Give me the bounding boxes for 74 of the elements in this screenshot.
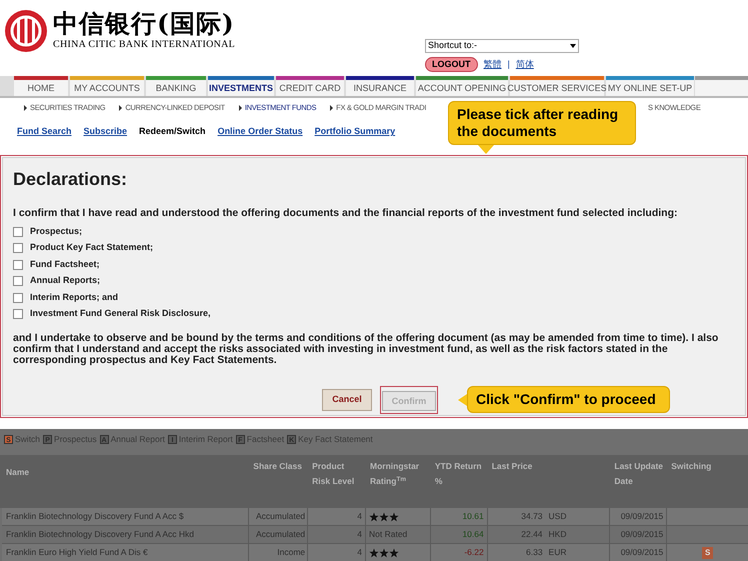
checkbox-label: Fund Factsheet; (30, 258, 100, 271)
fund-tab-link[interactable]: Fund Search (17, 125, 72, 139)
nav-tab[interactable]: INVESTMENTS (208, 76, 274, 96)
currency-cell: EUR (548, 546, 566, 559)
tooltip: Click "Confirm" to proceed (458, 386, 670, 413)
fund-tab-link[interactable]: Portfolio Summary (314, 125, 396, 139)
nav-tab[interactable]: ACCOUNT OPENING (416, 76, 508, 96)
triangle-icon (238, 105, 242, 111)
shortcut-select[interactable]: Shortcut to:- (425, 39, 579, 53)
terms-paragraph: and I undertake to observe and be bound by the terms and conditions of the offering document (as may be amended from time to time). I also confirm that I understand and accept the risks associated with investing in investment fund, as well as the risk factors stated in the corresponding prospectus and Key Fact Statements. (13, 332, 720, 366)
risk-level-cell: 4 (357, 546, 362, 559)
checkbox[interactable] (13, 276, 23, 286)
nav-tab[interactable]: CUSTOMER SERVICES (510, 76, 604, 96)
rating-cell: Not Rated (369, 528, 408, 541)
dialog-title: Declarations: (13, 168, 128, 190)
nav-tab[interactable]: INSURANCE (346, 76, 414, 96)
checkbox-label: Investment Fund General Risk Disclosure, (30, 307, 211, 320)
checkbox[interactable] (13, 243, 23, 253)
date-cell: 09/09/2015 (620, 510, 664, 523)
price-cell: 34.73 (521, 510, 543, 523)
checkbox-label: Prospectus; (30, 224, 82, 238)
triangle-icon (330, 105, 334, 111)
checkbox[interactable] (13, 309, 23, 319)
nav-tab[interactable]: MY ACCOUNTS (70, 76, 144, 96)
star-icon (379, 548, 390, 558)
cancel-button[interactable]: Cancel (322, 388, 372, 410)
separator: | (508, 58, 510, 71)
checkbox-label: Annual Reports; (30, 274, 100, 288)
date-cell: 09/09/2015 (620, 546, 664, 559)
currency-cell: USD (548, 510, 566, 523)
nav-tab[interactable]: CREDIT CARD (276, 76, 344, 96)
ytd-return-cell: -6.22 (464, 546, 484, 559)
triangle-icon (24, 105, 27, 111)
checkbox[interactable] (13, 260, 23, 270)
share-class-cell: Accumulated (256, 510, 306, 523)
fund-tab-link[interactable]: Subscribe (84, 125, 128, 139)
star-icon (379, 512, 390, 522)
tooltip: Please tick after reading the documents (448, 101, 636, 154)
fund-tab-link[interactable]: Online Order Status (218, 125, 303, 139)
nav-tab[interactable]: HOME (14, 76, 68, 96)
currency-cell: HKD (548, 528, 566, 541)
logout-button[interactable]: LOGOUT (425, 57, 478, 72)
nav-tab[interactable]: BANKING (146, 76, 206, 96)
language-link[interactable]: 简体 (516, 58, 534, 72)
switch-button[interactable]: S (702, 546, 714, 558)
star-icon (389, 512, 400, 522)
logo-subtitle: CHINA CITIC BANK INTERNATIONAL (53, 39, 236, 51)
star-icon (389, 548, 400, 558)
fund-tab-link[interactable]: Redeem/Switch (139, 125, 206, 139)
logo-text: 中信银行(国际) (53, 9, 236, 39)
triangle-icon (119, 105, 122, 111)
star-icon (369, 548, 380, 558)
caret-icon (570, 44, 576, 48)
share-class-cell: Income (277, 546, 306, 559)
price-cell: 22.44 (521, 528, 543, 541)
fund-name-cell: Franklin Euro High Yield Fund A Dis € (6, 546, 148, 559)
date-cell: 09/09/2015 (620, 528, 664, 541)
intro-text: I confirm that I have read and understood the offering documents and the financial reports of the investment fund selected including: (13, 207, 678, 220)
ytd-return-cell: 10.61 (462, 510, 484, 523)
checkbox-label: Interim Reports; and (30, 290, 118, 304)
nav-tab[interactable]: MY ONLINE SET-UP (606, 76, 694, 96)
checkbox-label: Product Key Fact Statement; (30, 241, 154, 254)
ytd-return-cell: 10.64 (462, 528, 484, 541)
risk-level-cell: 4 (357, 510, 362, 523)
logo-icon (4, 9, 48, 53)
checkbox[interactable] (13, 292, 23, 302)
checkbox[interactable] (13, 226, 23, 236)
share-class-cell: Accumulated (256, 528, 306, 541)
star-icon (369, 512, 380, 522)
price-cell: 6.33 (526, 546, 543, 559)
fund-name-cell: Franklin Biotechnology Discovery Fund A Acc Hkd (6, 528, 194, 541)
language-link[interactable]: 繁體 (484, 58, 502, 72)
risk-level-cell: 4 (357, 528, 362, 541)
fund-name-cell: Franklin Biotechnology Discovery Fund A Acc $ (6, 510, 184, 523)
